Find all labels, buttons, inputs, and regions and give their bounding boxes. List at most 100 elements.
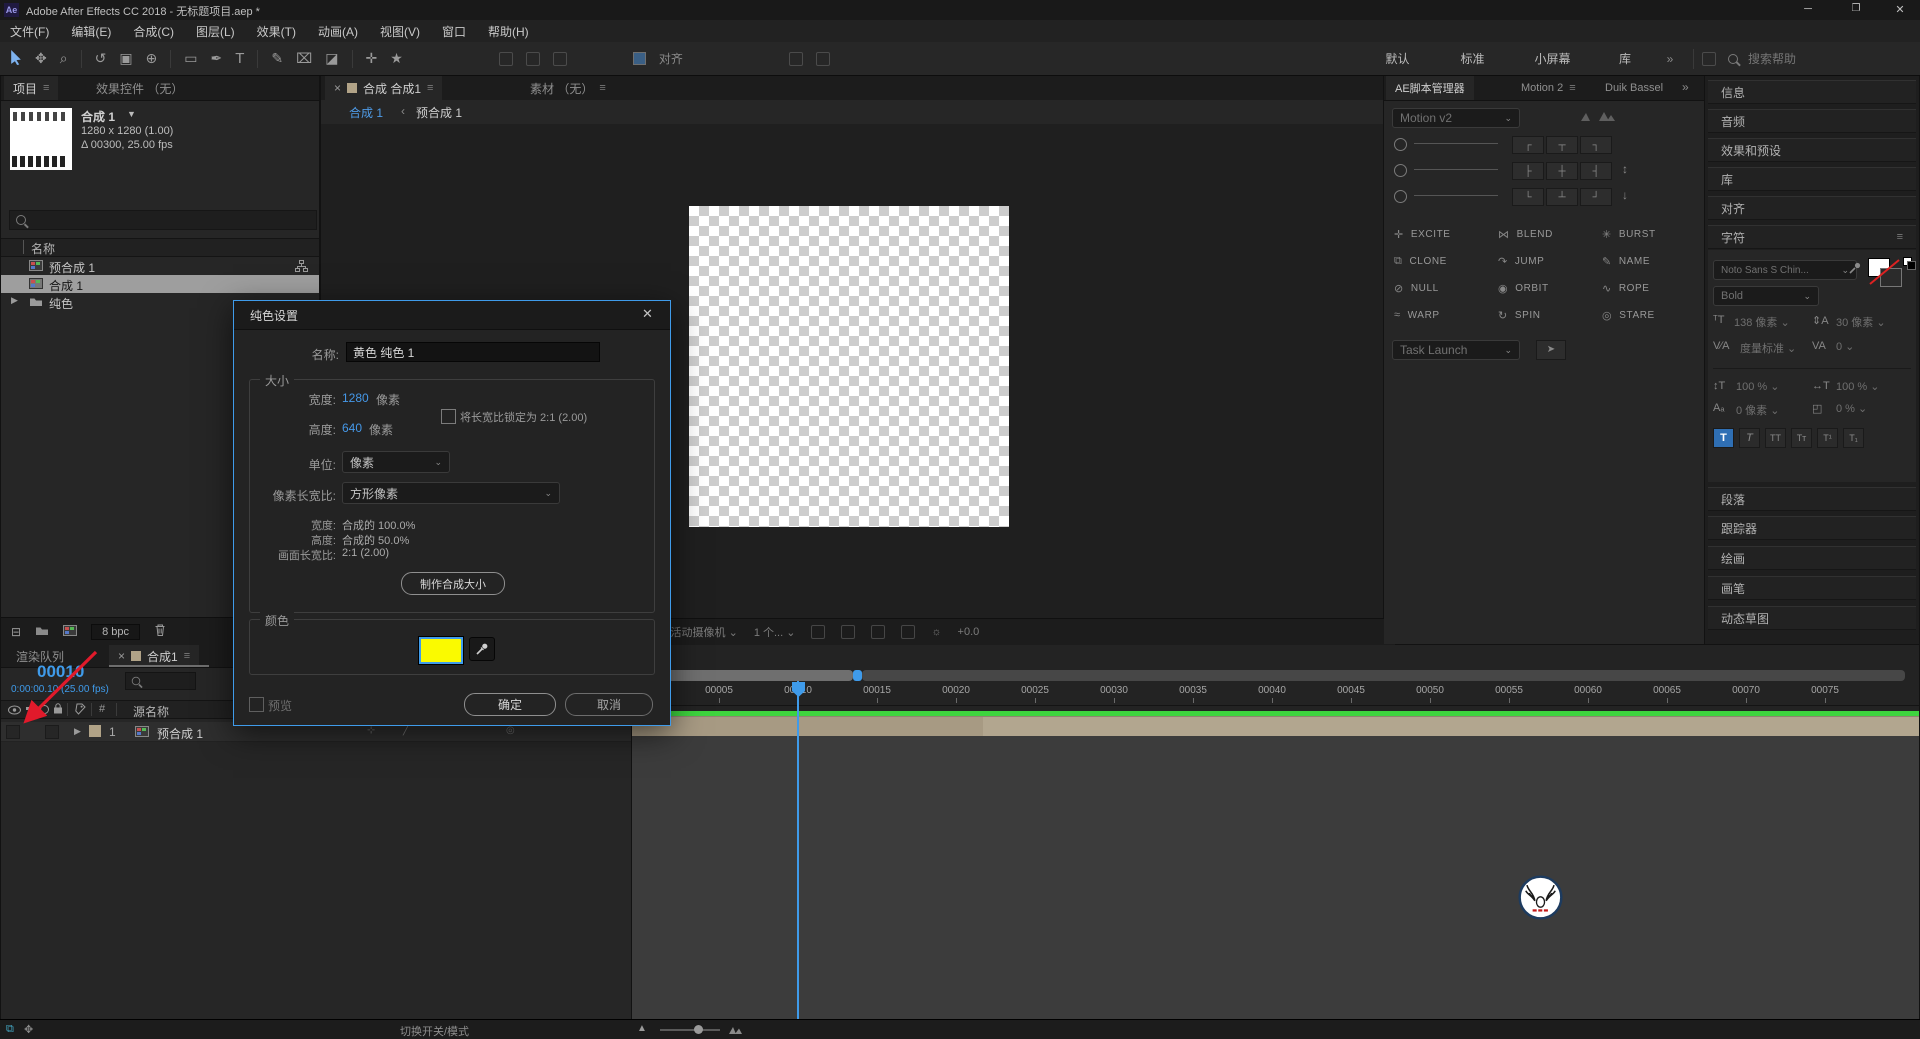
axis-mode-view-icon[interactable] xyxy=(553,52,567,66)
workspace-libraries[interactable]: 库 xyxy=(1595,50,1655,67)
cancel-button[interactable]: 取消 xyxy=(565,693,653,716)
superscript-toggle[interactable]: T¹ xyxy=(1817,428,1838,448)
pan-behind-tool-icon[interactable]: ⊕ xyxy=(146,50,158,67)
exposure-value[interactable]: +0.0 xyxy=(958,626,980,638)
panel-paragraph[interactable]: 段落 xyxy=(1708,487,1916,511)
horizontal-scale-value[interactable]: 100 % ⌄ xyxy=(1836,380,1879,393)
width-value[interactable]: 1280 xyxy=(342,391,369,405)
tool-null[interactable]: ⊘NULL xyxy=(1394,282,1439,295)
anchor-top-right-button[interactable]: ┐ xyxy=(1580,136,1612,154)
lock-switch[interactable] xyxy=(45,725,59,739)
status-icon-a[interactable]: ⧉ xyxy=(6,1023,14,1036)
maximize-button[interactable]: ❐ xyxy=(1834,3,1878,14)
dialog-title-bar[interactable]: 纯色设置 ✕ xyxy=(234,301,670,330)
comp-label-swatch[interactable] xyxy=(347,83,357,93)
anchor-radio-1[interactable] xyxy=(1394,138,1407,151)
quality-switch-icon[interactable]: ╱ xyxy=(403,725,409,736)
menu-help[interactable]: 帮助(H) xyxy=(488,23,529,40)
tab-composition[interactable]: × 合成 合成1 ≡ xyxy=(325,76,442,100)
menu-layer[interactable]: 图层(L) xyxy=(196,23,235,40)
bpc-button[interactable]: 8 bpc xyxy=(91,624,140,640)
interpret-footage-icon[interactable]: ⊟ xyxy=(11,625,21,639)
project-search-field[interactable] xyxy=(9,210,317,230)
layer-expander-icon[interactable]: ▶ xyxy=(74,726,81,737)
panel-effects-presets[interactable]: 效果和预设 xyxy=(1708,138,1916,162)
panel-menu-icon[interactable]: ≡ xyxy=(184,650,190,662)
anchor-arrows-icon[interactable]: ↕ xyxy=(1622,162,1628,176)
rotation-tool-icon[interactable]: ↺ xyxy=(95,50,107,67)
small-caps-toggle[interactable]: Tᴛ xyxy=(1791,428,1812,448)
panel-brushes[interactable]: 画笔 xyxy=(1708,576,1916,600)
snap-checkbox[interactable] xyxy=(633,52,646,65)
anchor-mid-left-button[interactable]: ├ xyxy=(1512,162,1544,180)
workspace-default[interactable]: 默认 xyxy=(1360,50,1435,67)
menu-view[interactable]: 视图(V) xyxy=(380,23,420,40)
menu-composition[interactable]: 合成(C) xyxy=(133,23,174,40)
anchor-bottom-right-button[interactable]: ┘ xyxy=(1580,188,1612,206)
font-size-value[interactable]: 138 像素 ⌄ xyxy=(1734,314,1790,330)
leading-value[interactable]: 30 像素 ⌄ xyxy=(1836,314,1886,330)
baseline-shift-value[interactable]: 0 像素 ⌄ xyxy=(1736,402,1779,418)
panel-menu-icon[interactable]: ≡ xyxy=(1897,231,1903,243)
anchor-mid-right-button[interactable]: ┤ xyxy=(1580,162,1612,180)
panel-menu-icon[interactable]: ≡ xyxy=(427,82,433,94)
delete-icon[interactable] xyxy=(154,623,166,640)
tab-close-icon[interactable]: × xyxy=(118,649,125,663)
menu-window[interactable]: 窗口 xyxy=(442,23,466,40)
unit-dropdown[interactable]: 像素⌄ xyxy=(342,451,450,473)
tsume-value[interactable]: 0 % ⌄ xyxy=(1836,402,1867,415)
layer-name[interactable]: 预合成 1 xyxy=(157,725,203,742)
pen-tool-icon[interactable]: ✒ xyxy=(211,50,223,67)
expander-icon[interactable]: ▶ xyxy=(11,295,18,306)
dialog-close-icon[interactable]: ✕ xyxy=(642,306,653,322)
active-camera-dropdown[interactable]: 活动摄像机 ⌄ xyxy=(671,624,738,640)
font-family-dropdown[interactable]: Noto Sans S Chin...⌄ xyxy=(1713,260,1857,280)
timeline-zoom-knob[interactable] xyxy=(694,1025,703,1034)
disclosure-icon[interactable]: ▼ xyxy=(127,109,136,119)
tab-effect-controls[interactable]: 效果控件 （无） xyxy=(87,76,192,100)
shape-tool-icon[interactable]: ▭ xyxy=(184,50,197,67)
video-switch[interactable] xyxy=(6,725,20,739)
anchor-top-center-button[interactable]: ┬ xyxy=(1546,136,1578,154)
anchor-radio-3[interactable] xyxy=(1394,190,1407,203)
tab-duik-bassel[interactable]: Duik Bassel xyxy=(1596,76,1672,100)
panel-menu-icon[interactable]: ≡ xyxy=(1569,82,1575,94)
kerning-value[interactable]: 度量标准 ⌄ xyxy=(1740,340,1796,356)
tab-footage[interactable]: 素材 （无） ≡ xyxy=(521,76,615,100)
anchor-radio-2[interactable] xyxy=(1394,164,1407,177)
panel-audio[interactable]: 音频 xyxy=(1708,109,1916,133)
anchor-bottom-left-button[interactable]: └ xyxy=(1512,188,1544,206)
tab-overflow-chevron[interactable]: » xyxy=(1682,80,1689,94)
faux-italic-toggle[interactable]: T xyxy=(1739,428,1760,448)
axis-mode-world-icon[interactable] xyxy=(526,52,540,66)
puppet-pin-tool-icon[interactable]: ★ xyxy=(390,50,403,67)
panel-paint[interactable]: 绘画 xyxy=(1708,546,1916,570)
faux-bold-toggle[interactable]: T xyxy=(1713,428,1734,448)
solid-color-swatch[interactable] xyxy=(419,637,463,664)
flowchart-icon[interactable] xyxy=(295,260,308,275)
timeline-search-field[interactable] xyxy=(125,672,196,690)
anchor-center-button[interactable]: ┼ xyxy=(1546,162,1578,180)
tab-motion2[interactable]: Motion 2 ≡ xyxy=(1512,76,1585,100)
make-comp-size-button[interactable]: 制作合成大小 xyxy=(401,572,505,595)
workspace-small-screen[interactable]: 小屏幕 xyxy=(1510,50,1595,67)
task-launch-button[interactable]: ➤ xyxy=(1536,340,1566,360)
tab-project[interactable]: 项目 ≡ xyxy=(4,76,58,100)
tracking-value[interactable]: 0 ⌄ xyxy=(1836,340,1854,353)
tool-stare[interactable]: ◎STARE xyxy=(1602,309,1655,322)
panel-tracker[interactable]: 跟踪器 xyxy=(1708,516,1916,540)
menu-edit[interactable]: 编辑(E) xyxy=(71,23,111,40)
shy-switch-icon[interactable]: ⊹ xyxy=(367,725,375,736)
tool-name[interactable]: ✎NAME xyxy=(1602,255,1650,268)
panel-libraries[interactable]: 库 xyxy=(1708,167,1916,191)
mask-feather-icon[interactable] xyxy=(789,52,803,66)
anchor-bottom-center-button[interactable]: ┴ xyxy=(1546,188,1578,206)
panel-motion-sketch[interactable]: 动态草图 xyxy=(1708,606,1916,630)
panel-menu-icon[interactable]: ≡ xyxy=(43,82,49,94)
column-name[interactable]: 名称 xyxy=(31,240,55,257)
status-icon-b[interactable]: ✥ xyxy=(24,1023,33,1036)
brush-tool-icon[interactable]: ✎ xyxy=(271,50,283,67)
tool-rope[interactable]: ∿ROPE xyxy=(1602,282,1650,295)
panel-info[interactable]: 信息 xyxy=(1708,80,1916,104)
tab-timeline-comp[interactable]: × 合成1 ≡ xyxy=(109,645,199,667)
